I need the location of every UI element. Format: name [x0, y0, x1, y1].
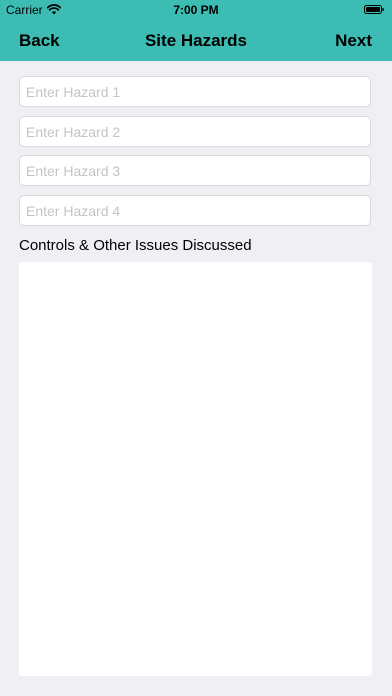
controls-label: Controls & Other Issues Discussed: [19, 237, 252, 254]
header-bar: Carrier 7:00 PM Back Site Hazards Next: [0, 0, 392, 61]
controls-textarea[interactable]: [19, 262, 372, 676]
hazard-2-field[interactable]: [19, 116, 371, 147]
hazard-3-field[interactable]: [19, 155, 371, 186]
battery-icon: [364, 5, 384, 14]
navigation-bar: Back Site Hazards Next: [0, 20, 392, 61]
status-bar: Carrier 7:00 PM: [0, 0, 392, 20]
next-button[interactable]: Next: [335, 31, 372, 51]
status-time: 7:00 PM: [173, 3, 219, 17]
hazard-1-field[interactable]: [19, 76, 371, 107]
hazard-4-field[interactable]: [19, 195, 371, 226]
page-title: Site Hazards: [144, 31, 248, 50]
